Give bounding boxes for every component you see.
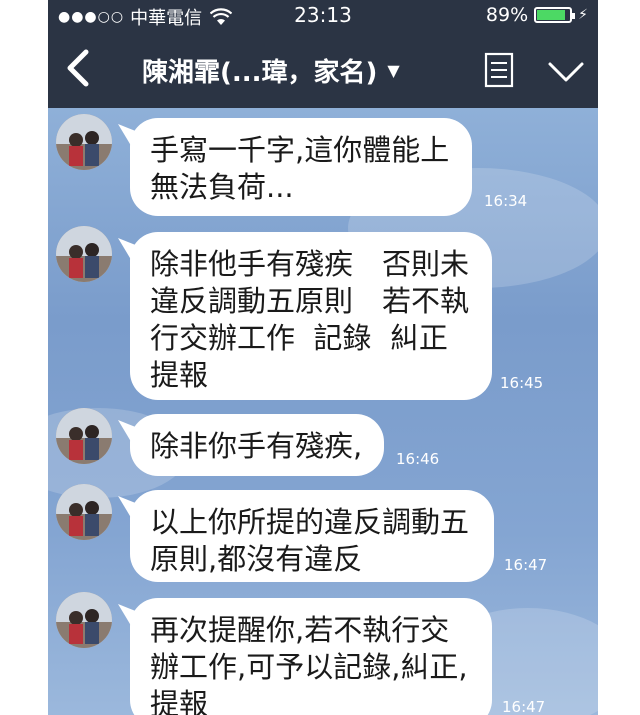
avatar[interactable] xyxy=(56,114,112,170)
avatar[interactable] xyxy=(56,592,112,648)
battery-percent: 89% xyxy=(485,4,529,26)
status-right: 89% ⚡ xyxy=(486,4,588,26)
caret-down-icon: ▼ xyxy=(387,61,400,80)
message-time: 16:47 xyxy=(502,698,546,715)
charging-bolt-icon: ⚡ xyxy=(578,7,588,23)
chat-area[interactable]: 手寫一千字,這你體能上 無法負荷... 16:34 除非他手有殘疾 否則未 違反… xyxy=(48,108,598,715)
battery-nub xyxy=(572,13,576,19)
avatar[interactable] xyxy=(56,226,112,282)
message-bubble[interactable]: 以上你所提的違反調動五 原則,都沒有違反 xyxy=(130,490,494,582)
chat-title-button[interactable]: 陳湘霏(...瑋，家名) ▼ xyxy=(142,52,400,89)
message-time: 16:46 xyxy=(396,450,440,468)
status-bar: ●●●○○ 中華電信 23:13 89% ⚡ xyxy=(48,0,598,30)
message-bubble[interactable]: 除非你手有殘疾, xyxy=(130,414,384,476)
phone-screen: ●●●○○ 中華電信 23:13 89% ⚡ 陳湘霏(...瑋，家名) ▼ 手寫… xyxy=(48,0,598,715)
message-time: 16:34 xyxy=(484,192,528,210)
avatar[interactable] xyxy=(56,484,112,540)
chevron-down-icon[interactable] xyxy=(546,56,586,86)
notes-icon[interactable] xyxy=(484,52,514,88)
chat-header: 陳湘霏(...瑋，家名) ▼ xyxy=(48,30,598,108)
battery-fill xyxy=(537,10,566,20)
battery-icon xyxy=(534,7,576,23)
message-time: 16:47 xyxy=(504,556,548,574)
message-bubble[interactable]: 除非他手有殘疾 否則未 違反調動五原則 若不執 行交辦工作 記錄 糾正 提報 xyxy=(130,232,492,400)
back-icon[interactable] xyxy=(62,48,96,88)
avatar[interactable] xyxy=(56,408,112,464)
chat-title: 陳湘霏(...瑋，家名) xyxy=(142,58,378,88)
message-time: 16:45 xyxy=(500,374,544,392)
message-bubble[interactable]: 再次提醒你,若不執行交 辦工作,可予以記錄,糾正, 提報 xyxy=(130,598,492,715)
message-bubble[interactable]: 手寫一千字,這你體能上 無法負荷... xyxy=(130,118,472,216)
